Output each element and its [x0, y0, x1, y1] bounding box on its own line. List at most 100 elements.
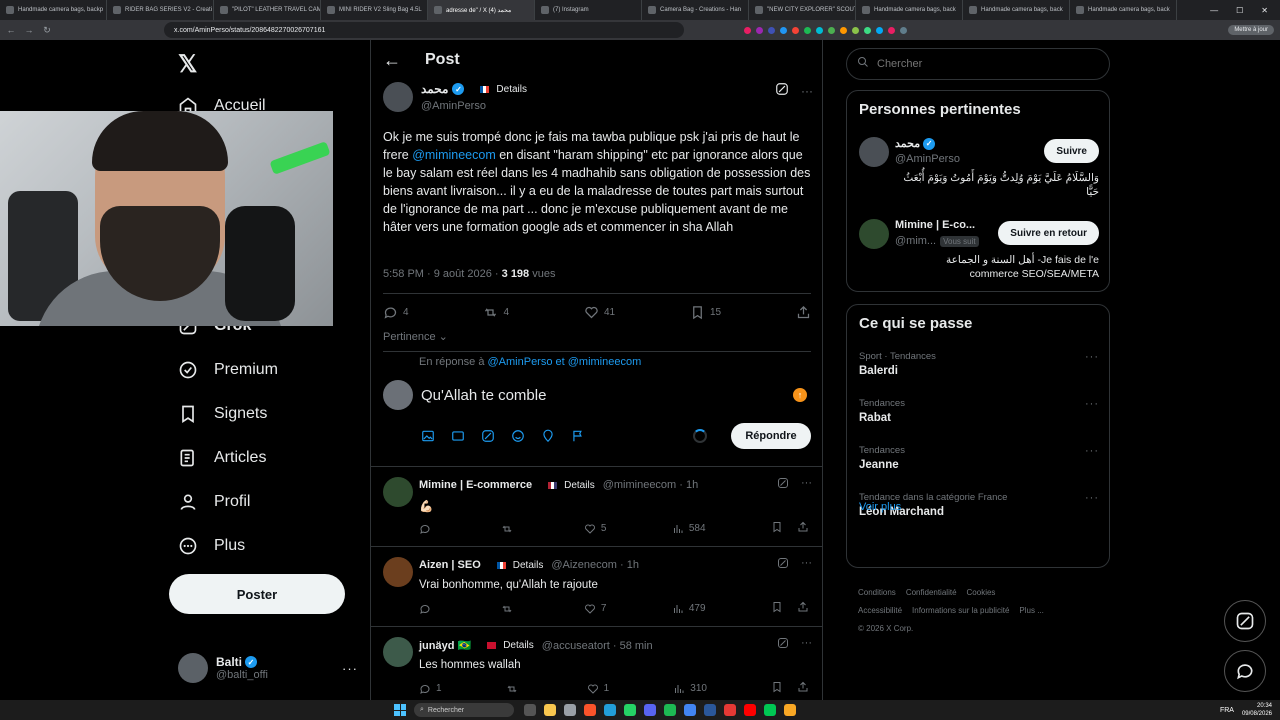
- details-link[interactable]: Details: [496, 84, 527, 95]
- grok-compose-icon[interactable]: [479, 427, 497, 445]
- forward-icon[interactable]: →: [22, 25, 36, 35]
- like-action[interactable]: 1: [587, 681, 609, 696]
- browser-tab[interactable]: Camera Bag - Creations - Han: [642, 0, 749, 20]
- extension-icon[interactable]: [900, 26, 907, 34]
- browser-tab[interactable]: Handmade camera bags, back: [963, 0, 1070, 20]
- app-icon[interactable]: [564, 704, 576, 716]
- person-handle[interactable]: @AminPerso: [895, 153, 960, 165]
- grok-tweet-icon[interactable]: [777, 637, 789, 652]
- views-action[interactable]: 479: [672, 601, 706, 616]
- person-avatar[interactable]: [859, 219, 889, 249]
- reply-meta[interactable]: @accuseatort · 58 min: [542, 640, 653, 652]
- grok-tweet-icon[interactable]: [775, 82, 789, 99]
- spotify-icon[interactable]: [664, 704, 676, 716]
- messages-float-button[interactable]: [1224, 650, 1266, 692]
- details-link[interactable]: Details: [564, 480, 595, 491]
- app-icon[interactable]: [744, 704, 756, 716]
- extension-icon[interactable]: [840, 26, 847, 34]
- app-icon[interactable]: [784, 704, 796, 716]
- reply-action[interactable]: [419, 521, 436, 536]
- x-logo-icon[interactable]: 𝕏: [178, 50, 197, 79]
- reply-input[interactable]: [421, 386, 785, 404]
- post-button[interactable]: Poster: [169, 574, 345, 614]
- grok-float-button[interactable]: [1224, 600, 1266, 642]
- browser-tab[interactable]: MINI RIDER V2 Sling Bag 4.5L: [321, 0, 428, 20]
- author-handle[interactable]: @AminPerso: [421, 100, 527, 112]
- browser-tab[interactable]: Handmade camera bags, back: [1070, 0, 1177, 20]
- browser-tab[interactable]: "NEW CITY EXPLORER" SCOUT: [749, 0, 856, 20]
- person-name[interactable]: Mimine | E-co...: [895, 219, 975, 231]
- extension-icon[interactable]: [828, 26, 835, 34]
- more-options-icon[interactable]: ···: [801, 477, 812, 492]
- follow-back-button[interactable]: Suivre en retour: [998, 221, 1099, 245]
- footer-link[interactable]: Accessibilité: [858, 606, 902, 615]
- account-more-icon[interactable]: ···: [342, 661, 358, 676]
- footer-link[interactable]: Plus ...: [1019, 606, 1043, 615]
- reply-item[interactable]: junäyd 🇧🇷 Details @accuseatort · 58 min ···…: [371, 626, 822, 700]
- share-action[interactable]: [797, 681, 809, 696]
- reload-icon[interactable]: ↻: [40, 25, 54, 36]
- extension-icon[interactable]: [792, 26, 799, 34]
- reply-action[interactable]: [419, 601, 436, 616]
- bookmark-action[interactable]: [771, 601, 783, 616]
- extension-icon[interactable]: [816, 26, 823, 34]
- footer-link[interactable]: Cookies: [967, 588, 996, 597]
- reply-avatar[interactable]: [383, 557, 413, 587]
- like-action[interactable]: 5: [584, 521, 606, 536]
- footer-link[interactable]: Confidentialité: [906, 588, 957, 597]
- person-handle[interactable]: @mim...: [895, 235, 936, 247]
- browser-tab[interactable]: adresse de" / X محمد (4): [428, 0, 535, 20]
- more-options-icon[interactable]: ···: [801, 637, 812, 652]
- nav-more[interactable]: Plus: [178, 536, 245, 556]
- emoji-icon[interactable]: [509, 427, 527, 445]
- search-bar[interactable]: [846, 48, 1110, 80]
- like-action[interactable]: 7: [584, 601, 606, 616]
- tweet-time[interactable]: 5:58 PM · 9 août 2026 ·: [383, 268, 502, 280]
- see-more-link[interactable]: Voir plus: [859, 501, 901, 513]
- like-action[interactable]: 41: [584, 305, 615, 320]
- gif-icon[interactable]: [449, 427, 467, 445]
- trend-item[interactable]: Sport · Tendances Balerdi ···: [859, 351, 1099, 377]
- browser-tab[interactable]: "PILOT" LEATHER TRAVEL CAM: [214, 0, 321, 20]
- file-explorer-icon[interactable]: [544, 704, 556, 716]
- repost-action[interactable]: [501, 601, 518, 616]
- telegram-icon[interactable]: [604, 704, 616, 716]
- browser-tab[interactable]: Handmade camera bags, backp: [0, 0, 107, 20]
- sort-dropdown[interactable]: Pertinence ⌄: [383, 330, 448, 343]
- bookmark-action[interactable]: [771, 521, 783, 536]
- reply-author-name[interactable]: Mimine | E-commerce: [419, 479, 532, 491]
- update-button[interactable]: Mettre à jour: [1228, 25, 1274, 35]
- footer-link[interactable]: Informations sur la publicité: [912, 606, 1009, 615]
- reply-avatar[interactable]: [383, 477, 413, 507]
- tweet-mention-link[interactable]: @mimineecom: [412, 148, 496, 162]
- more-options-icon[interactable]: ···: [1085, 445, 1099, 457]
- person-name[interactable]: محمد: [895, 137, 920, 150]
- app-icon[interactable]: [764, 704, 776, 716]
- browser-tab[interactable]: Handmade camera bags, back: [856, 0, 963, 20]
- discord-icon[interactable]: [644, 704, 656, 716]
- extension-icon[interactable]: [744, 26, 751, 34]
- trend-item[interactable]: Tendances Jeanne ···: [859, 445, 1099, 471]
- views-action[interactable]: 310: [673, 681, 707, 696]
- location-icon[interactable]: [539, 427, 557, 445]
- extension-icon[interactable]: [852, 26, 859, 34]
- taskbar-search[interactable]: ⌕ Rechercher: [414, 703, 514, 717]
- share-action[interactable]: [797, 601, 809, 616]
- minimize-icon[interactable]: —: [1210, 6, 1218, 15]
- extension-icon[interactable]: [876, 26, 883, 34]
- views-action[interactable]: 584: [672, 521, 706, 536]
- reply-item[interactable]: Aizen | SEO Details @Aizenecom · 1h ··· Vrai…: [371, 546, 822, 626]
- browser-tab[interactable]: (7) Instagram: [535, 0, 642, 20]
- reply-avatar[interactable]: [383, 637, 413, 667]
- language-indicator[interactable]: FRA: [1220, 707, 1234, 714]
- follow-button[interactable]: Suivre: [1044, 139, 1099, 163]
- url-field[interactable]: x.com/AminPerso/status/20864822700267071…: [164, 22, 684, 38]
- grok-tweet-icon[interactable]: [777, 477, 789, 492]
- grammar-extension-icon[interactable]: ↑: [793, 388, 807, 402]
- grok-tweet-icon[interactable]: [777, 557, 789, 572]
- maximize-icon[interactable]: ☐: [1236, 6, 1243, 15]
- repost-action[interactable]: [506, 681, 523, 696]
- reply-author-name[interactable]: Aizen | SEO: [419, 559, 481, 571]
- reply-item[interactable]: Mimine | E-commerce Details @mimineecom · …: [371, 466, 822, 546]
- more-options-icon[interactable]: ···: [1085, 398, 1099, 410]
